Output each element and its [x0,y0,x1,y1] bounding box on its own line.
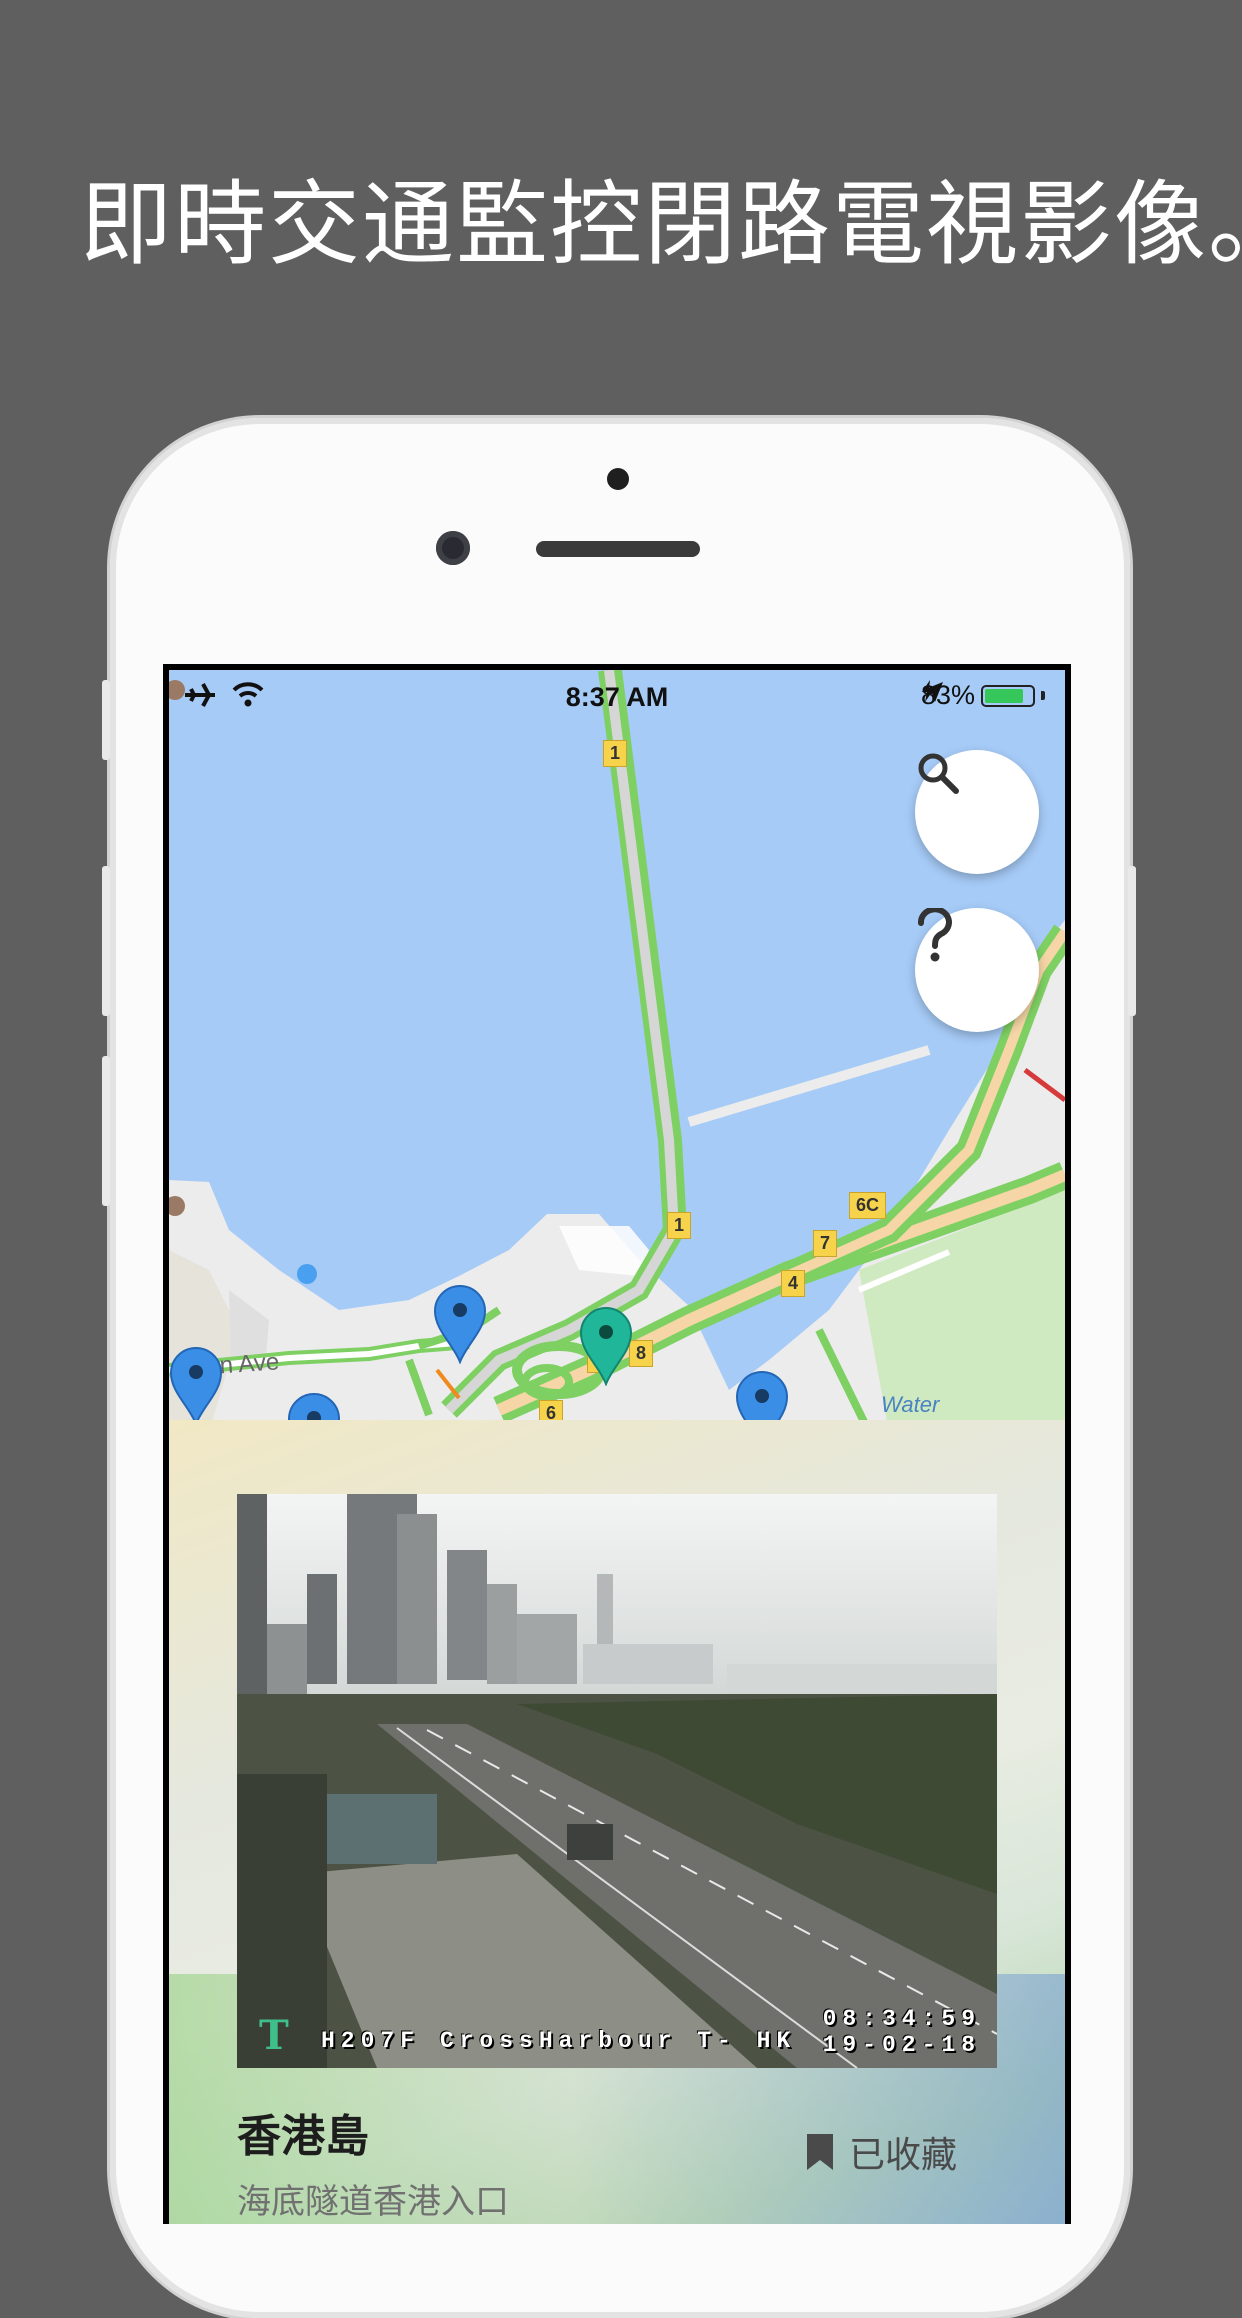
water-label: Water [881,1392,940,1417]
route-marker: 1 [667,1212,692,1239]
camera-pin-selected[interactable] [579,1306,633,1386]
phone-screen: 1 1 6C 7 4 6 8 6 enton Ave Water [163,664,1071,2224]
cctv-scene [237,1494,997,2068]
battery-fill [985,688,1024,703]
route-marker: 1 [603,740,628,767]
search-button[interactable] [915,750,1039,874]
headline: 即時交通監控閉路電視影像。 [80,171,1242,278]
favorite-label: 已收藏 [848,2135,957,2176]
camera-info: 香港島 海底隧道香港入口 已收藏 [237,2100,997,2223]
camera-detail-panel: T H207F CrossHarbour T- HK 08:34:59 19-0… [169,1420,1065,2224]
camera-pin[interactable] [169,1346,223,1426]
volume-up-button [102,866,110,1016]
search-icon [918,753,959,794]
charging-bolt-icon [921,680,934,702]
battery-cap [1041,691,1045,700]
cctv-overlay-time: 08:34:59 [822,2006,981,2032]
cctv-overlay-date: 19-02-18 [822,2032,981,2058]
camera-location: 海底隧道香港入口 [237,2182,509,2222]
help-button[interactable] [915,908,1039,1032]
status-right: 83% [921,680,1045,711]
mute-switch [102,680,110,760]
power-button [1128,866,1136,1016]
front-camera [436,531,470,565]
front-sensor [607,468,629,490]
cctv-image[interactable]: T H207F CrossHarbour T- HK 08:34:59 19-0… [237,1494,997,2068]
earpiece-speaker [536,541,700,557]
camera-pin[interactable] [433,1284,487,1364]
map-view[interactable]: 1 1 6C 7 4 6 8 6 enton Ave Water [169,670,1065,1432]
favorite-button[interactable]: 已收藏 [805,2126,957,2178]
cctv-overlay-id: H207F CrossHarbour T- HK [321,2028,797,2054]
status-bar: 8:37 AM 83% [169,670,1065,718]
volume-down-button [102,1056,110,1206]
bookmark-icon [806,2134,833,2170]
route-marker: 7 [813,1230,838,1257]
help-icon [918,908,952,962]
hk-transport-logo: T [259,2012,289,2059]
route-marker: 6C [849,1192,887,1219]
route-marker: 4 [781,1270,806,1297]
cctv-overlay-timestamp: 08:34:59 19-02-18 [823,2006,981,2058]
battery-icon [981,684,1035,707]
